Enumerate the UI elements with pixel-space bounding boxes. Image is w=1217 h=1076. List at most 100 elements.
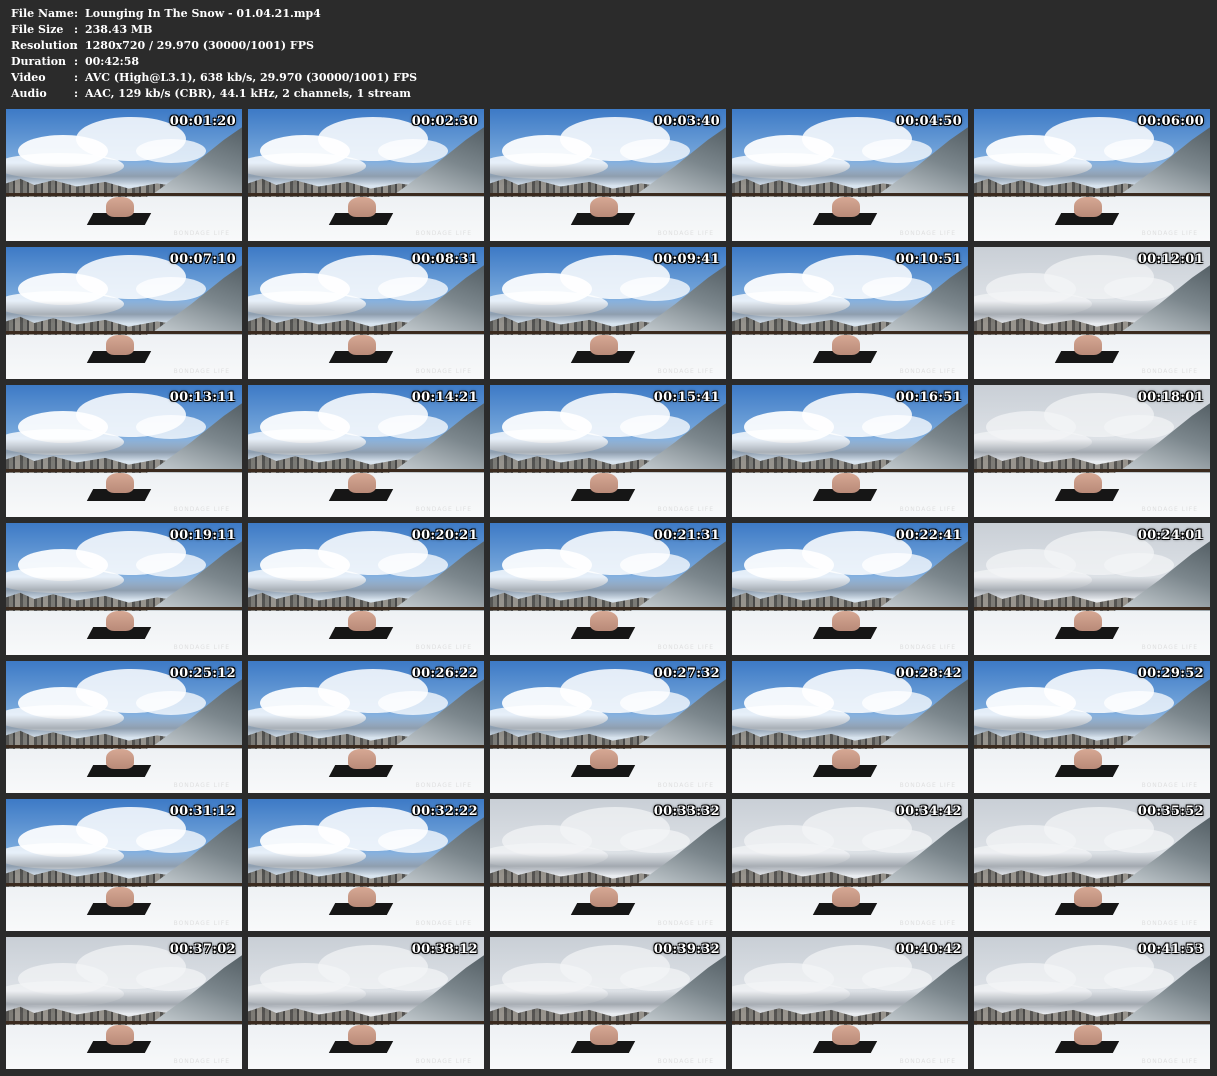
person-figure <box>348 335 376 355</box>
person-figure <box>832 749 860 769</box>
thumbnail-timestamp: 00:39:32 <box>653 942 720 957</box>
watermark-logo: BONDAGE LIFE <box>173 230 230 237</box>
watermark-logo: BONDAGE LIFE <box>899 920 956 927</box>
watermark-logo: BONDAGE LIFE <box>1141 782 1198 789</box>
file-info-value: Lounging In The Snow - 01.04.21.mp4 <box>85 7 321 20</box>
thumbnail-timestamp: 00:27:32 <box>653 666 720 681</box>
wooden-fence <box>732 193 968 196</box>
person-figure <box>832 887 860 907</box>
file-info-separator: : <box>74 87 79 100</box>
thumbnail-timestamp: 00:31:12 <box>169 804 236 819</box>
file-info-panel: File Name : Lounging In The Snow - 01.04… <box>11 6 417 102</box>
watermark-logo: BONDAGE LIFE <box>1141 230 1198 237</box>
person-figure <box>590 611 618 631</box>
cloud-shape <box>378 415 448 439</box>
thumbnail-timestamp: 00:09:41 <box>653 252 720 267</box>
cloud-shape <box>378 139 448 163</box>
watermark-logo: BONDAGE LIFE <box>657 368 714 375</box>
wooden-fence <box>490 1021 726 1024</box>
thumbnail: 00:41:53 BONDAGE LIFE <box>974 937 1210 1069</box>
cloud-shape <box>1104 553 1174 577</box>
person-figure <box>348 1025 376 1045</box>
cloud-shape <box>1104 277 1174 301</box>
wooden-fence <box>732 607 968 610</box>
thumbnail: 00:26:22 BONDAGE LIFE <box>248 661 484 793</box>
cloud-shape <box>1104 829 1174 853</box>
file-info-row-resolution: Resolution : 1280x720 / 29.970 (30000/10… <box>11 38 417 54</box>
watermark-logo: BONDAGE LIFE <box>899 782 956 789</box>
wooden-fence <box>974 193 1210 196</box>
watermark-logo: BONDAGE LIFE <box>657 782 714 789</box>
file-info-label: Video <box>11 71 46 84</box>
watermark-logo: BONDAGE LIFE <box>657 506 714 513</box>
cloud-shape <box>378 277 448 301</box>
watermark-logo: BONDAGE LIFE <box>415 782 472 789</box>
thumbnail-timestamp: 00:16:51 <box>895 390 962 405</box>
wooden-fence <box>6 883 242 886</box>
wooden-fence <box>6 331 242 334</box>
thumbnail: 00:40:42 BONDAGE LIFE <box>732 937 968 1069</box>
thumbnail-timestamp: 00:41:53 <box>1137 942 1204 957</box>
thumbnail-timestamp: 00:19:11 <box>169 528 236 543</box>
file-info-value: AVC (High@L3.1), 638 kb/s, 29.970 (30000… <box>85 71 418 84</box>
watermark-logo: BONDAGE LIFE <box>173 782 230 789</box>
wooden-fence <box>974 331 1210 334</box>
thumbnail-timestamp: 00:07:10 <box>169 252 236 267</box>
thumbnail-timestamp: 00:37:02 <box>169 942 236 957</box>
thumbnail-timestamp: 00:14:21 <box>411 390 478 405</box>
thumbnail: 00:02:30 BONDAGE LIFE <box>248 109 484 241</box>
thumbnail: 00:31:12 BONDAGE LIFE <box>6 799 242 931</box>
thumbnail-grid: 00:01:20 BONDAGE LIFE 00:02:30 BONDAGE LIFE… <box>6 109 1210 1069</box>
thumbnail-timestamp: 00:40:42 <box>895 942 962 957</box>
person-figure <box>832 1025 860 1045</box>
watermark-logo: BONDAGE LIFE <box>657 920 714 927</box>
file-info-row-duration: Duration : 00:42:58 <box>11 54 417 70</box>
thumbnail: 00:25:12 BONDAGE LIFE <box>6 661 242 793</box>
thumbnail-timestamp: 00:08:31 <box>411 252 478 267</box>
person-figure <box>590 335 618 355</box>
watermark-logo: BONDAGE LIFE <box>173 506 230 513</box>
cloud-shape <box>620 829 690 853</box>
cloud-shape <box>378 967 448 991</box>
thumbnail-timestamp: 00:35:52 <box>1137 804 1204 819</box>
wooden-fence <box>490 331 726 334</box>
cloud-shape <box>620 967 690 991</box>
watermark-logo: BONDAGE LIFE <box>173 644 230 651</box>
thumbnail-timestamp: 00:13:11 <box>169 390 236 405</box>
cloud-shape <box>1104 139 1174 163</box>
person-figure <box>1074 1025 1102 1045</box>
wooden-fence <box>732 1021 968 1024</box>
wooden-fence <box>6 607 242 610</box>
cloud-shape <box>620 139 690 163</box>
watermark-logo: BONDAGE LIFE <box>415 644 472 651</box>
thumbnail-timestamp: 00:02:30 <box>411 114 478 129</box>
wooden-fence <box>248 607 484 610</box>
watermark-logo: BONDAGE LIFE <box>657 1058 714 1065</box>
thumbnail-timestamp: 00:12:01 <box>1137 252 1204 267</box>
thumbnail-timestamp: 00:18:01 <box>1137 390 1204 405</box>
thumbnail: 00:03:40 BONDAGE LIFE <box>490 109 726 241</box>
file-info-value: 238.43 MB <box>85 23 153 36</box>
watermark-logo: BONDAGE LIFE <box>415 368 472 375</box>
watermark-logo: BONDAGE LIFE <box>173 920 230 927</box>
person-figure <box>1074 335 1102 355</box>
cloud-shape <box>136 415 206 439</box>
thumbnail: 00:38:12 BONDAGE LIFE <box>248 937 484 1069</box>
wooden-fence <box>490 607 726 610</box>
wooden-fence <box>248 193 484 196</box>
wooden-fence <box>490 193 726 196</box>
file-info-value: 1280x720 / 29.970 (30000/1001) FPS <box>85 39 314 52</box>
cloud-shape <box>136 691 206 715</box>
person-figure <box>1074 611 1102 631</box>
wooden-fence <box>248 1021 484 1024</box>
thumbnail-timestamp: 00:28:42 <box>895 666 962 681</box>
person-figure <box>590 197 618 217</box>
wooden-fence <box>248 745 484 748</box>
thumbnail: 00:33:32 BONDAGE LIFE <box>490 799 726 931</box>
thumbnail-timestamp: 00:21:31 <box>653 528 720 543</box>
watermark-logo: BONDAGE LIFE <box>899 368 956 375</box>
thumbnail: 00:13:11 BONDAGE LIFE <box>6 385 242 517</box>
wooden-fence <box>732 883 968 886</box>
watermark-logo: BONDAGE LIFE <box>415 920 472 927</box>
file-info-separator: : <box>74 23 79 36</box>
